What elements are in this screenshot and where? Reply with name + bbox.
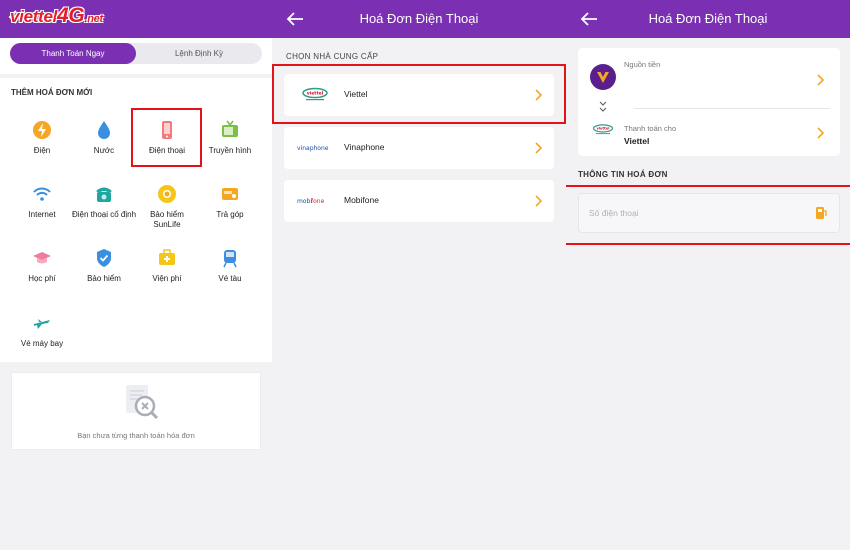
service-tv[interactable]: Truyền hình (196, 120, 264, 180)
vinaphone-logo: vinaphone (297, 145, 329, 152)
wallet-logo-icon (590, 64, 616, 90)
provider-select-screen: Hoá Đơn Điện Thoại CHỌN NHÀ CUNG CẤP vie… (272, 0, 566, 550)
section-title: THÔNG TIN HOÁ ĐƠN (578, 170, 668, 179)
highlight-viettel-provider (272, 64, 566, 124)
service-hospital[interactable]: Viện phí (133, 248, 201, 308)
airplane-icon (34, 319, 50, 329)
chevron-right-icon (535, 195, 542, 207)
funding-source-label: Nguồn tiền (624, 60, 661, 69)
app-logo: viettel4G.net (10, 4, 103, 27)
lightning-icon (33, 121, 51, 139)
chevron-right-icon (535, 142, 542, 154)
service-electricity[interactable]: Điện (8, 120, 76, 180)
empty-search-icon (126, 385, 159, 420)
service-landline[interactable]: Điện thoại cố định (70, 184, 138, 244)
highlight-phone-service (131, 108, 202, 167)
graduation-cap-icon (33, 252, 51, 264)
pay-for-row[interactable]: viettel Thanh toán cho Viettel (578, 110, 840, 156)
chevron-right-icon (817, 74, 824, 86)
tv-icon (222, 120, 238, 137)
screen-title: Hoá Đơn Điện Thoại (359, 11, 479, 26)
tab-pay-now[interactable]: Thanh Toán Ngay (10, 43, 136, 64)
app-header: viettel4G.net (0, 0, 272, 38)
service-train[interactable]: Vé tàu (196, 248, 264, 308)
provider-mobifone[interactable]: mobi fone Mobifone (284, 180, 554, 222)
wifi-icon (33, 187, 51, 201)
section-title: THÊM HOÁ ĐƠN MỚI (11, 88, 93, 97)
pay-for-value: Viettel (624, 136, 650, 146)
funding-source-row[interactable]: Nguồn tiền (578, 48, 840, 108)
service-internet[interactable]: Internet (8, 184, 76, 244)
highlight-phone-input (566, 185, 850, 245)
screen-header: Hoá Đơn Điện Thoại (272, 0, 566, 38)
viettel-logo: viettel (592, 124, 614, 135)
installment-icon (222, 188, 238, 200)
mobifone-logo: mobi fone (297, 198, 325, 205)
section-title: CHỌN NHÀ CUNG CẤP (286, 52, 379, 61)
landline-icon (96, 187, 112, 202)
provider-vinaphone[interactable]: vinaphone Vinaphone (284, 127, 554, 169)
shield-icon (97, 249, 111, 267)
services-screen: viettel4G.net Thanh Toán Ngay Lệnh Định … (0, 0, 272, 550)
train-icon (223, 250, 237, 268)
service-installment[interactable]: Trả góp (196, 184, 264, 244)
sunlife-icon (158, 185, 176, 203)
service-sunlife[interactable]: Bảo hiểm SunLife (133, 184, 201, 244)
tab-scheduled[interactable]: Lệnh Định Kỳ (136, 43, 262, 64)
svg-text:vinaphone: vinaphone (297, 145, 329, 152)
divider (0, 74, 272, 78)
service-water[interactable]: Nước (70, 120, 138, 180)
empty-history-text: Bạn chưa từng thanh toán hóa đơn (77, 431, 195, 440)
screen-title: Hoá Đơn Điện Thoại (648, 11, 768, 26)
chevron-right-icon (817, 127, 824, 139)
payment-mode-tabs: Thanh Toán Ngay Lệnh Định Kỳ (10, 43, 262, 64)
pay-for-label: Thanh toán cho (624, 124, 677, 133)
empty-history-card: Bạn chưa từng thanh toán hóa đơn (11, 372, 261, 450)
bill-info-screen: Hoá Đơn Điện Thoại Nguồn tiền viettel Th… (566, 0, 850, 550)
svg-text:viettel: viettel (597, 127, 610, 131)
payment-card: Nguồn tiền viettel Thanh toán cho Viette… (578, 48, 840, 156)
divider (634, 108, 830, 109)
service-tuition[interactable]: Học phí (8, 248, 76, 308)
service-insurance[interactable]: Bảo hiểm (70, 248, 138, 308)
screen-header: Hoá Đơn Điện Thoại (566, 0, 850, 38)
svg-text:fone: fone (311, 198, 325, 205)
medical-kit-icon (159, 249, 175, 265)
water-drop-icon (98, 121, 110, 139)
